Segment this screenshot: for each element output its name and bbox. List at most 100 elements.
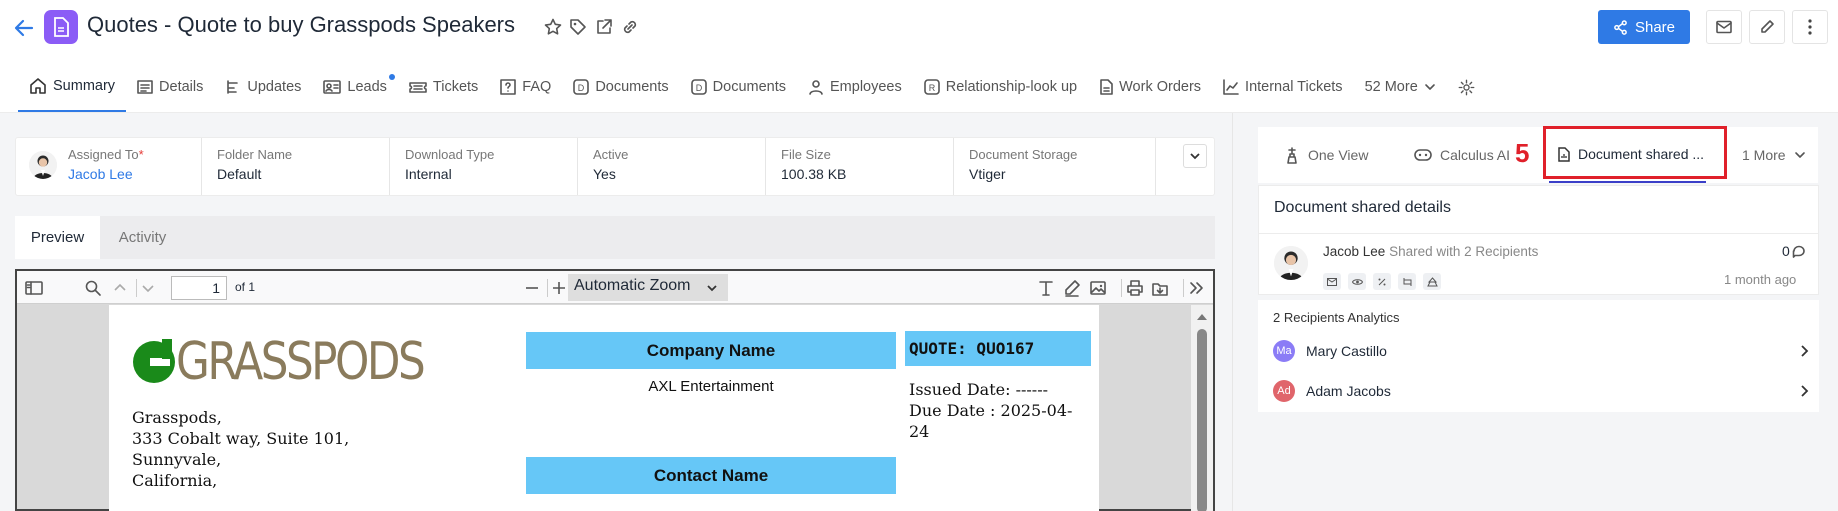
tab-label: Calculus AI: [1440, 147, 1511, 163]
notification-dot: [388, 74, 395, 80]
tab-relationship-look-up[interactable]: R Relationship-look up: [913, 62, 1088, 112]
tab-documents[interactable]: D Documents: [562, 62, 679, 112]
recipient-row[interactable]: Ad Adam Jacobs: [1258, 371, 1819, 411]
tab-label: Summary: [53, 78, 116, 94]
field-label: Folder Name: [217, 147, 293, 162]
chevron-right-icon: [1801, 385, 1809, 397]
tab-tickets[interactable]: Tickets: [398, 62, 489, 112]
tab-label: Employees: [830, 79, 902, 95]
record-header: Quotes - Quote to buy Grasspods Speakers…: [0, 0, 1838, 56]
tab-label: Updates: [247, 79, 302, 95]
tab-faq[interactable]: FAQ: [489, 62, 562, 112]
tab-preview[interactable]: Preview: [15, 216, 100, 259]
mail-icon: [1716, 20, 1732, 34]
back-arrow-icon[interactable]: [12, 16, 36, 40]
mail-icon[interactable]: [1323, 273, 1341, 290]
tab-settings[interactable]: [1447, 62, 1486, 112]
letter-d-icon: D: [573, 79, 590, 95]
quote-number-header: QUOTE: QUO167: [905, 331, 1091, 366]
recipient-row[interactable]: Ma Mary Castillo: [1258, 331, 1819, 371]
due-date-continued: 24: [909, 422, 930, 441]
field-document-storage[interactable]: Document Storage Vtiger: [954, 138, 1156, 195]
pdf-toolbar: 1 of 1 Automatic Zoom: [17, 271, 1213, 304]
tabs-more-label: 52 More: [1364, 79, 1418, 95]
tab-details[interactable]: Details: [126, 62, 214, 112]
sidebar-toggle-icon[interactable]: [25, 279, 43, 297]
tabs-more-dropdown[interactable]: 52 More: [1354, 62, 1447, 112]
pdf-scrollbar[interactable]: [1191, 305, 1213, 511]
tag-icon[interactable]: [568, 17, 588, 37]
view-icon[interactable]: [1348, 273, 1366, 290]
tab-documents-2[interactable]: D Documents: [680, 62, 797, 112]
more-tools-icon[interactable]: [1183, 279, 1203, 297]
highlight-box: [1543, 126, 1727, 179]
field-file-size[interactable]: File Size 100.38 KB: [766, 138, 954, 195]
share-button[interactable]: Share: [1598, 10, 1690, 44]
tab-work-orders[interactable]: Work Orders: [1088, 62, 1212, 112]
next-page-icon[interactable]: [136, 279, 154, 297]
page-number-input[interactable]: 1: [171, 276, 227, 300]
svg-text:D: D: [695, 83, 702, 93]
comments-button[interactable]: 0: [1782, 243, 1806, 259]
gear-icon: [1458, 79, 1475, 95]
right-tabs-more-dropdown[interactable]: 1 More: [1742, 127, 1806, 183]
print-icon[interactable]: [1121, 279, 1143, 297]
address-line: Grasspods,: [132, 408, 222, 427]
external-edit-icon[interactable]: [594, 17, 614, 37]
timeline-icon: [227, 80, 239, 94]
tab-internal-tickets[interactable]: Internal Tickets: [1212, 62, 1354, 112]
comment-icon: [1792, 245, 1805, 258]
shared-time: 1 month ago: [1724, 272, 1797, 287]
letter-r-icon: R: [923, 79, 940, 95]
tab-calculus-ai[interactable]: Calculus AI: [1414, 127, 1510, 183]
scrollbar-thumb[interactable]: [1197, 329, 1207, 511]
tab-label: Documents: [595, 79, 669, 95]
draw-tool-icon[interactable]: [1063, 279, 1081, 297]
tab-employees[interactable]: Employees: [797, 62, 913, 112]
repeat-icon[interactable]: [1398, 273, 1416, 290]
tab-label: FAQ: [522, 79, 552, 95]
tab-leads[interactable]: Leads: [312, 62, 398, 112]
zoom-out-icon[interactable]: [523, 279, 541, 297]
tab-activity[interactable]: Activity: [100, 216, 185, 259]
tab-one-view[interactable]: One View: [1284, 127, 1368, 183]
assigned-user-link[interactable]: Jacob Lee: [68, 166, 201, 182]
field-folder-name[interactable]: Folder Name Default: [202, 138, 390, 195]
search-icon[interactable]: [84, 279, 102, 297]
zoom-select[interactable]: Automatic Zoom: [568, 274, 728, 301]
field-download-type[interactable]: Download Type Internal: [390, 138, 578, 195]
share-entry: Jacob Lee Shared with 2 Recipients 0 1 m…: [1259, 233, 1818, 295]
text-tool-icon[interactable]: [1037, 279, 1055, 297]
tab-label: Documents: [712, 79, 786, 95]
people-icon[interactable]: [1423, 273, 1441, 290]
shared-with-text: Shared with 2 Recipients: [1389, 244, 1539, 259]
record-tabs: Summary Details Updates Leads Tickets FA…: [18, 62, 1486, 112]
expand-fields-button[interactable]: [1183, 144, 1207, 168]
tab-updates[interactable]: Updates: [214, 62, 312, 112]
chevron-right-icon: [1801, 345, 1809, 357]
tab-label: Work Orders: [1119, 79, 1202, 95]
previous-page-icon[interactable]: [111, 279, 129, 297]
recipient-avatar: Ad: [1273, 380, 1295, 402]
sharer-name: Jacob Lee: [1323, 244, 1386, 259]
tab-summary[interactable]: Summary: [18, 62, 127, 112]
field-active[interactable]: Active Yes: [578, 138, 766, 195]
scroll-up-icon[interactable]: [1191, 309, 1213, 325]
avatar: [29, 151, 57, 179]
link-icon[interactable]: [620, 17, 640, 37]
field-value: Yes: [593, 166, 616, 182]
star-icon[interactable]: [543, 17, 563, 37]
contact-name-header: Contact Name: [526, 457, 896, 494]
image-tool-icon[interactable]: [1089, 279, 1107, 297]
download-icon[interactable]: [1151, 279, 1169, 297]
percent-icon[interactable]: [1373, 273, 1391, 290]
question-icon: [500, 79, 517, 95]
edit-button[interactable]: [1749, 10, 1785, 44]
email-button[interactable]: [1706, 10, 1742, 44]
field-label: Active: [593, 147, 629, 162]
step-marker: 5: [1515, 138, 1530, 168]
tab-label: 1 More: [1742, 147, 1786, 163]
zoom-in-icon[interactable]: [547, 279, 565, 297]
more-actions-button[interactable]: [1792, 10, 1828, 44]
company-name-value: AXL Entertainment: [648, 378, 774, 395]
